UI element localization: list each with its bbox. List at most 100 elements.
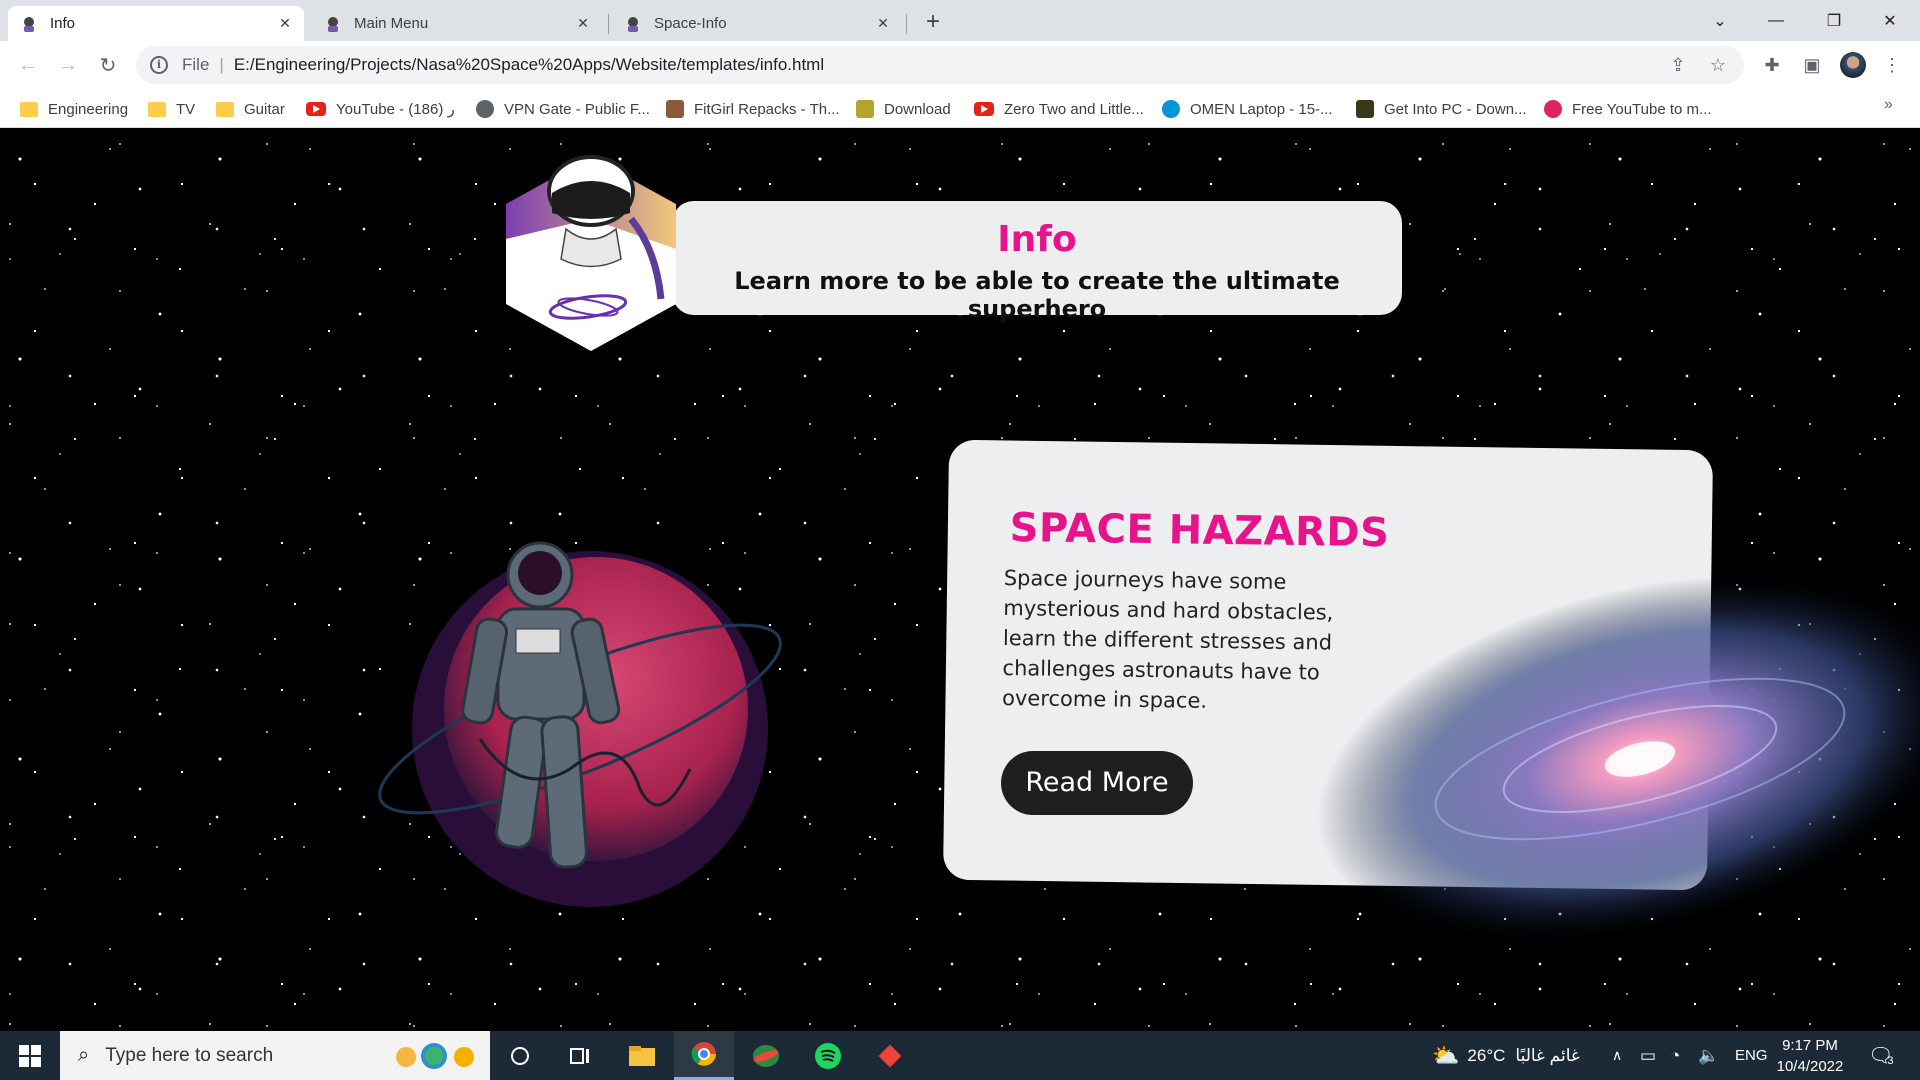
file-explorer-icon[interactable] xyxy=(612,1031,672,1080)
windows-start-icon[interactable] xyxy=(0,1031,60,1080)
taskbar-search-box[interactable]: ⌕ Type here to search xyxy=(60,1031,490,1080)
show-hidden-icons-chevron[interactable]: ∧ xyxy=(1612,1031,1622,1080)
spotify-icon[interactable] xyxy=(798,1031,858,1080)
reload-icon[interactable]: ↻ xyxy=(92,49,124,81)
getintopc-icon xyxy=(1356,100,1374,118)
bookmark-label: Free YouTube to m... xyxy=(1572,100,1712,118)
astronaut-favicon-icon xyxy=(328,16,338,32)
extensions-puzzle-icon[interactable]: ✚ xyxy=(1760,53,1784,77)
bookmark-vpn-gate[interactable]: VPN Gate - Public F... xyxy=(476,99,650,119)
profile-avatar[interactable] xyxy=(1840,52,1866,78)
system-clock[interactable]: 9:17 PM 10/4/2022 xyxy=(1765,1035,1855,1077)
close-tab-icon[interactable]: ✕ xyxy=(874,14,892,32)
side-panel-icon[interactable]: ▣ xyxy=(1800,53,1824,77)
url-divider: | xyxy=(219,55,224,74)
tab-label: Info xyxy=(50,15,76,32)
folder-icon xyxy=(216,101,234,117)
folder-icon xyxy=(20,101,38,117)
bookmark-tv[interactable]: TV xyxy=(148,99,195,119)
site-info-icon[interactable]: i xyxy=(150,56,168,74)
notification-center-icon[interactable]: 🗨 3 xyxy=(1868,1031,1894,1080)
url-scheme: File xyxy=(182,55,210,74)
bookmark-download[interactable]: Download xyxy=(856,99,951,119)
fitgirl-icon xyxy=(666,100,684,118)
search-icon: ⌕ xyxy=(78,1044,90,1066)
input-language[interactable]: ENG xyxy=(1735,1031,1768,1080)
astronaut-favicon-icon xyxy=(24,16,34,32)
tab-separator xyxy=(608,14,609,34)
bookmark-free-youtube[interactable]: Free YouTube to m... xyxy=(1544,99,1712,119)
browser-globe-app-icon[interactable] xyxy=(736,1031,796,1080)
bookmark-label: VPN Gate - Public F... xyxy=(504,100,650,118)
bookmark-label: YouTube - ر (186) xyxy=(336,101,455,118)
youtube-icon xyxy=(306,102,326,116)
bookmarks-bar: Engineering TV Guitar YouTube - ر (186) … xyxy=(0,90,1920,128)
forward-arrow-icon[interactable]: → xyxy=(52,49,84,81)
new-tab-button[interactable]: + xyxy=(918,8,948,38)
bookmark-youtube[interactable]: YouTube - ر (186) xyxy=(306,99,455,119)
read-more-button[interactable]: Read More xyxy=(1001,751,1193,815)
share-icon[interactable]: ⇪ xyxy=(1668,55,1688,75)
astronaut-planet-illustration xyxy=(378,541,782,907)
bookmark-fitgirl[interactable]: FitGirl Repacks - Th... xyxy=(666,99,840,119)
bookmark-star-icon[interactable]: ☆ xyxy=(1708,55,1728,75)
folder-icon xyxy=(148,101,166,117)
hazard-description: Space journeys have some mysterious and … xyxy=(1001,565,1334,713)
bookmark-engineering[interactable]: Engineering xyxy=(20,99,128,119)
page-subtitle: Learn more to be able to create the ulti… xyxy=(734,267,1340,323)
weather-widget[interactable]: ⛅ 26°C غائم غالبًا xyxy=(1432,1031,1580,1080)
tab-space-info[interactable]: Space-Info ✕ xyxy=(612,6,902,41)
hazard-title: SPACE HAZARDS xyxy=(1009,505,1390,557)
address-bar[interactable]: i File | E:/Engineering/Projects/Nasa%20… xyxy=(136,46,1744,84)
windows-taskbar: ⌕ Type here to search ⛅ 26°C غائم غالبًا… xyxy=(0,1031,1920,1080)
task-view-icon[interactable] xyxy=(550,1031,610,1080)
wifi-icon[interactable]: ◔ xyxy=(1670,1031,1680,1080)
close-tab-icon[interactable]: ✕ xyxy=(574,14,592,32)
restore-button[interactable]: ❐ xyxy=(1806,0,1862,41)
hp-icon xyxy=(1162,100,1180,118)
bookmark-label: OMEN Laptop - 15-... xyxy=(1190,100,1333,118)
tab-main-menu[interactable]: Main Menu ✕ xyxy=(312,6,602,41)
bookmark-label: Get Into PC - Down... xyxy=(1384,100,1527,118)
galaxy-image xyxy=(1317,575,1920,943)
converter-icon xyxy=(1544,100,1562,118)
weather-temp: 26°C xyxy=(1467,1045,1506,1065)
cortana-icon[interactable] xyxy=(490,1031,550,1080)
tab-separator xyxy=(906,14,907,34)
browser-toolbar: ← → ↻ i File | E:/Engineering/Projects/N… xyxy=(0,41,1920,90)
bookmark-get-into-pc[interactable]: Get Into PC - Down... xyxy=(1356,99,1527,119)
tab-info[interactable]: Info ✕ xyxy=(8,6,304,41)
more-bookmarks-chevron-icon[interactable]: » xyxy=(1884,96,1893,114)
tab-search-chevron-icon[interactable]: ⌄ xyxy=(1692,0,1748,41)
search-highlight-icon xyxy=(396,1043,474,1069)
bookmark-zero-two[interactable]: Zero Two and Little... xyxy=(974,99,1144,119)
clock-time: 9:17 PM xyxy=(1782,1037,1838,1054)
cloudy-weather-icon: ⛅ xyxy=(1432,1042,1460,1068)
bookmark-omen[interactable]: OMEN Laptop - 15-... xyxy=(1162,99,1333,119)
anydesk-icon[interactable] xyxy=(860,1031,920,1080)
close-window-button[interactable]: ✕ xyxy=(1862,0,1918,41)
globe-icon xyxy=(476,100,494,118)
search-placeholder: Type here to search xyxy=(105,1044,274,1066)
volume-icon[interactable]: 🔈 xyxy=(1698,1031,1719,1080)
chrome-icon[interactable] xyxy=(674,1031,734,1080)
bookmark-label: Guitar xyxy=(244,100,285,118)
tab-label: Main Menu xyxy=(354,15,429,32)
bookmark-label: Engineering xyxy=(48,100,129,118)
info-header-card: Info Learn more to be able to create the… xyxy=(672,201,1402,323)
close-tab-icon[interactable]: ✕ xyxy=(276,14,294,32)
back-arrow-icon[interactable]: ← xyxy=(12,49,44,81)
youtube-icon xyxy=(974,102,994,116)
menu-kebab-icon[interactable]: ⋮ xyxy=(1880,53,1904,77)
astronaut-hexagon-logo xyxy=(506,155,676,351)
weather-text: غائم غالبًا xyxy=(1515,1045,1580,1065)
page-title: Info xyxy=(997,219,1077,260)
minimize-button[interactable]: — xyxy=(1748,0,1804,41)
battery-icon[interactable]: ▭ xyxy=(1640,1031,1656,1080)
notification-count: 3 xyxy=(1887,1054,1894,1067)
bookmark-label: FitGirl Repacks - Th... xyxy=(694,100,840,118)
tab-label: Space-Info xyxy=(654,15,727,32)
bookmark-label: TV xyxy=(176,100,196,118)
bookmark-guitar[interactable]: Guitar xyxy=(216,99,285,119)
astronaut-favicon-icon xyxy=(628,16,638,32)
